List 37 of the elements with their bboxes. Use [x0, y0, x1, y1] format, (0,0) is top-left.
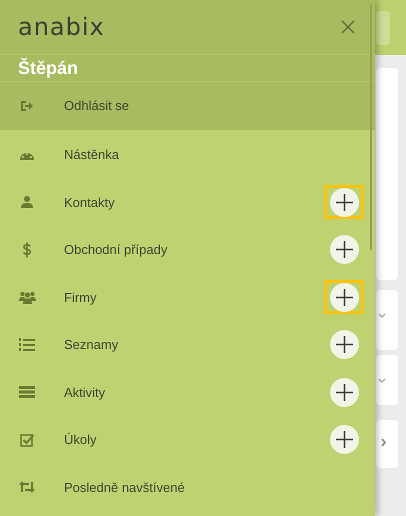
close-icon[interactable]: [341, 20, 355, 34]
menu-item[interactable]: Nástěnka: [16, 140, 119, 170]
plus-icon: [336, 336, 352, 354]
card-background: [376, 355, 398, 405]
plus-icon: [336, 431, 352, 448]
menu-item[interactable]: Seznamy: [16, 330, 118, 360]
checkbox-icon: [20, 432, 34, 447]
people-icon: [18, 290, 36, 304]
add-button[interactable]: [330, 235, 358, 264]
add-button[interactable]: [330, 330, 358, 360]
card-background: [376, 290, 398, 350]
add-button[interactable]: [330, 425, 358, 454]
repeat-icon: [19, 481, 35, 494]
stacked-bars-icon: [19, 386, 35, 398]
menu-item[interactable]: Posledně navštívené: [16, 472, 185, 502]
menu-item[interactable]: Obchodní případy: [16, 234, 168, 265]
add-button[interactable]: [330, 282, 358, 312]
add-button[interactable]: [330, 188, 358, 217]
menu-item[interactable]: Kontakty: [16, 187, 115, 218]
plus-icon: [336, 194, 352, 211]
logo: anabix: [18, 12, 105, 43]
logout-link[interactable]: Odhlásit se: [0, 82, 375, 130]
chevron-right-icon[interactable]: [381, 438, 387, 447]
scrollbar[interactable]: [370, 4, 372, 250]
menu-item[interactable]: Aktivity: [16, 377, 106, 408]
person-icon: [21, 196, 33, 208]
add-button[interactable]: [330, 378, 358, 407]
menu-item[interactable]: Firmy: [16, 282, 96, 312]
logout-icon: [20, 100, 34, 112]
plus-icon: [336, 241, 352, 258]
dollar-icon: [22, 242, 32, 258]
plus-icon: [336, 288, 352, 306]
user-name: Štěpán: [18, 56, 78, 80]
menu-item[interactable]: Úkoly: [16, 424, 97, 455]
card-background: [376, 420, 398, 468]
numbered-list-icon: [19, 338, 35, 352]
plus-icon: [336, 384, 352, 401]
